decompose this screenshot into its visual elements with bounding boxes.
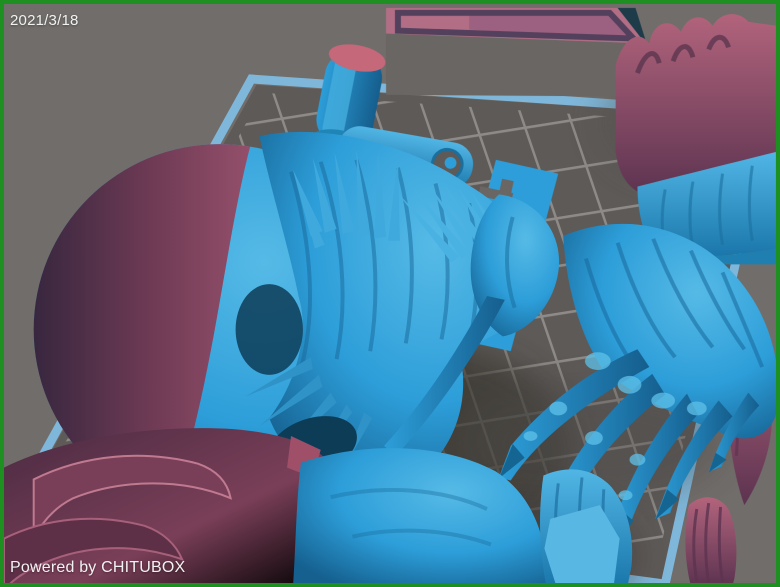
chitubox-viewport-frame: 2021/3/18 Powered by CHITUBOX xyxy=(0,0,780,587)
powered-by-watermark: Powered by CHITUBOX xyxy=(10,559,186,576)
slicer-3d-viewport[interactable] xyxy=(4,4,776,583)
date-watermark: 2021/3/18 xyxy=(10,12,79,29)
ribbed-fragment-model[interactable] xyxy=(685,497,737,583)
